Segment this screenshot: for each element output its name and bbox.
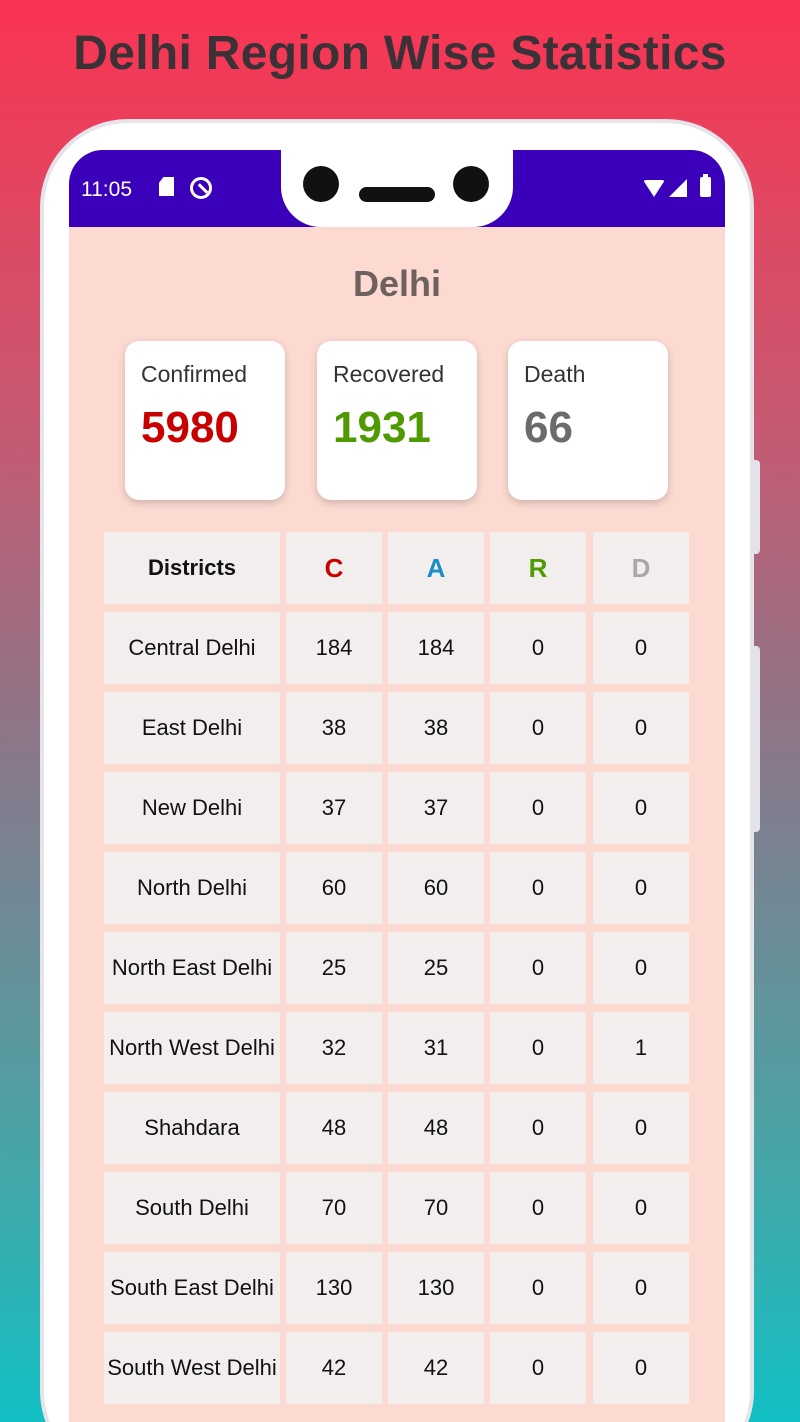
table-cell-active: 25: [388, 932, 484, 1004]
table-cell-active: 38: [388, 692, 484, 764]
phone-power-button: [752, 460, 760, 554]
table-cell-district: East Delhi: [104, 692, 280, 764]
table-cell-active: 184: [388, 612, 484, 684]
table-cell-district: North East Delhi: [104, 932, 280, 1004]
phone-volume-button: [752, 646, 760, 832]
speaker-icon: [359, 187, 435, 202]
table-cell-recovered: 0: [490, 1252, 586, 1324]
table-cell-active: 42: [388, 1332, 484, 1404]
table-cell-recovered: 0: [490, 1332, 586, 1404]
table-cell-confirmed: 48: [286, 1092, 382, 1164]
table-cell-confirmed: 60: [286, 852, 382, 924]
sd-card-icon: [159, 177, 174, 196]
sensor-icon: [453, 166, 489, 202]
table-cell-district: North West Delhi: [104, 1012, 280, 1084]
table-cell-confirmed: 184: [286, 612, 382, 684]
recovered-value: 1931: [333, 403, 431, 452]
table-cell-recovered: 0: [490, 852, 586, 924]
table-cell-recovered: 0: [490, 1012, 586, 1084]
table-cell-recovered: 0: [490, 612, 586, 684]
death-card: Death 66: [508, 341, 668, 500]
table-cell-deaths: 1: [593, 1012, 689, 1084]
confirmed-card: Confirmed 5980: [125, 341, 285, 500]
table-cell-deaths: 0: [593, 772, 689, 844]
table-header-confirmed: C: [286, 532, 382, 604]
table-cell-district: Shahdara: [104, 1092, 280, 1164]
camera-notch: [281, 150, 513, 227]
table-cell-active: 70: [388, 1172, 484, 1244]
battery-icon: [700, 174, 711, 197]
table-cell-recovered: 0: [490, 692, 586, 764]
table-cell-recovered: 0: [490, 932, 586, 1004]
table-cell-recovered: 0: [490, 1172, 586, 1244]
app-screen: 11:05 Delhi Confirmed 5980 Recovered 193…: [69, 150, 725, 1422]
signal-icon: [669, 179, 687, 197]
table-cell-recovered: 0: [490, 772, 586, 844]
table-cell-recovered: 0: [490, 1092, 586, 1164]
table-cell-confirmed: 42: [286, 1332, 382, 1404]
table-header-district: Districts: [104, 532, 280, 604]
status-bar: 11:05: [69, 150, 725, 227]
table-cell-confirmed: 70: [286, 1172, 382, 1244]
table-cell-active: 48: [388, 1092, 484, 1164]
table-header-recovered: R: [490, 532, 586, 604]
table-cell-active: 31: [388, 1012, 484, 1084]
table-cell-district: Central Delhi: [104, 612, 280, 684]
table-cell-deaths: 0: [593, 1252, 689, 1324]
table-cell-district: South Delhi: [104, 1172, 280, 1244]
table-cell-confirmed: 32: [286, 1012, 382, 1084]
death-label: Death: [524, 361, 586, 387]
data-saver-icon: [190, 177, 212, 199]
table-header-active: A: [388, 532, 484, 604]
front-camera-icon: [303, 166, 339, 202]
death-value: 66: [524, 403, 573, 452]
promo-title: Delhi Region Wise Statistics: [73, 27, 727, 80]
table-cell-district: New Delhi: [104, 772, 280, 844]
table-cell-active: 130: [388, 1252, 484, 1324]
table-cell-confirmed: 25: [286, 932, 382, 1004]
recovered-card: Recovered 1931: [317, 341, 477, 500]
confirmed-label: Confirmed: [141, 361, 248, 387]
confirmed-value: 5980: [141, 403, 239, 452]
wifi-icon: [643, 180, 665, 197]
table-cell-district: South East Delhi: [104, 1252, 280, 1324]
table-cell-deaths: 0: [593, 612, 689, 684]
table-cell-deaths: 0: [593, 692, 689, 764]
table-cell-deaths: 0: [593, 1332, 689, 1404]
table-cell-confirmed: 38: [286, 692, 382, 764]
region-title: Delhi: [352, 263, 441, 304]
table-cell-confirmed: 37: [286, 772, 382, 844]
table-cell-deaths: 0: [593, 932, 689, 1004]
recovered-label: Recovered: [333, 361, 445, 387]
table-cell-district: South West Delhi: [104, 1332, 280, 1404]
table-cell-deaths: 0: [593, 852, 689, 924]
table-cell-active: 60: [388, 852, 484, 924]
table-cell-deaths: 0: [593, 1092, 689, 1164]
table-cell-district: North Delhi: [104, 852, 280, 924]
table-cell-deaths: 0: [593, 1172, 689, 1244]
status-time: 11:05: [81, 178, 132, 201]
table-cell-confirmed: 130: [286, 1252, 382, 1324]
table-header-deaths: D: [593, 532, 689, 604]
table-cell-active: 37: [388, 772, 484, 844]
